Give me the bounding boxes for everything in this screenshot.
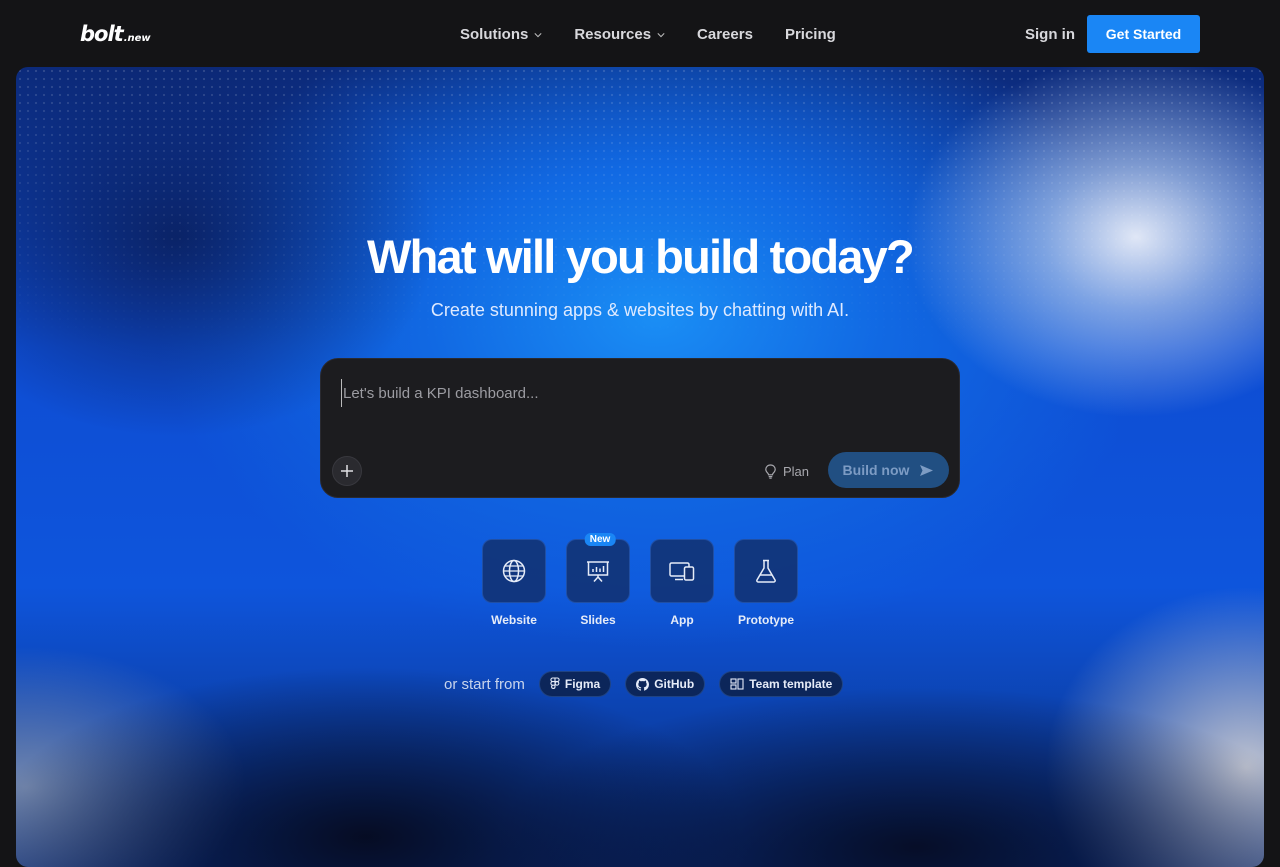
start-from-team-template[interactable]: Team template (719, 671, 844, 697)
category-prototype[interactable]: Prototype (734, 539, 798, 627)
page-title: What will you build today? (367, 230, 915, 283)
sign-in-link[interactable]: Sign in (1025, 26, 1075, 43)
chip-label: GitHub (654, 677, 695, 691)
nav-resources[interactable]: Resources (574, 26, 665, 43)
flask-icon (756, 559, 776, 583)
plan-label: Plan (783, 463, 810, 479)
nav-pricing[interactable]: Pricing (785, 26, 836, 43)
chevron-down-icon (657, 32, 665, 37)
prompt-input[interactable] (341, 379, 921, 407)
template-icon (730, 678, 744, 690)
new-badge: New (584, 533, 616, 546)
page-subtitle: Create stunning apps & websites by chatt… (430, 300, 850, 320)
start-from-figma[interactable]: Figma (538, 671, 612, 697)
category-tile[interactable] (734, 539, 798, 603)
bolt-logo[interactable]: bolt.new (80, 22, 151, 46)
prompt-box: Plan Build now (320, 358, 960, 498)
attach-button[interactable] (332, 456, 362, 486)
github-icon (636, 677, 650, 691)
nav-resources-label: Resources (574, 26, 652, 43)
category-tile[interactable] (650, 539, 714, 603)
build-now-button[interactable]: Build now (828, 452, 949, 488)
top-nav: bolt.new Solutions Resources Careers Pri… (0, 0, 1280, 68)
globe-icon (502, 559, 526, 583)
category-tile[interactable] (566, 539, 630, 603)
nav-careers-label: Careers (697, 26, 753, 43)
category-label: Prototype (737, 613, 794, 627)
plus-icon (341, 465, 353, 477)
nav-careers[interactable]: Careers (697, 26, 753, 43)
chevron-down-icon (534, 32, 542, 37)
start-from-row: or start from Figma GitHub Team template (444, 671, 844, 697)
nav-solutions[interactable]: Solutions (460, 26, 542, 43)
category-slides[interactable]: New Slides (566, 533, 630, 627)
start-from-github[interactable]: GitHub (625, 671, 706, 697)
category-label: App (670, 613, 694, 627)
nav-solutions-label: Solutions (460, 26, 529, 43)
chip-label: Figma (564, 677, 601, 691)
category-list: Website New Slides App Prototype (482, 533, 798, 627)
build-now-label: Build now (842, 462, 910, 478)
devices-icon (669, 562, 695, 581)
category-label: Slides (580, 613, 616, 627)
category-tile[interactable] (482, 539, 546, 603)
nav-links: Solutions Resources Careers Pricing (460, 26, 868, 43)
category-app[interactable]: App (650, 539, 714, 627)
category-website[interactable]: Website (482, 539, 546, 627)
start-from-label: or start from (444, 675, 525, 693)
get-started-button[interactable]: Get Started (1087, 15, 1200, 53)
hero-section: What will you build today? Create stunni… (16, 67, 1264, 867)
chip-label: Team template (749, 677, 833, 691)
figma-icon (550, 677, 560, 689)
category-label: Website (491, 613, 537, 627)
plan-button[interactable]: Plan (764, 460, 809, 482)
presentation-icon (587, 561, 609, 582)
lightbulb-icon (765, 463, 776, 479)
nav-pricing-label: Pricing (784, 26, 836, 43)
send-icon (920, 464, 934, 476)
